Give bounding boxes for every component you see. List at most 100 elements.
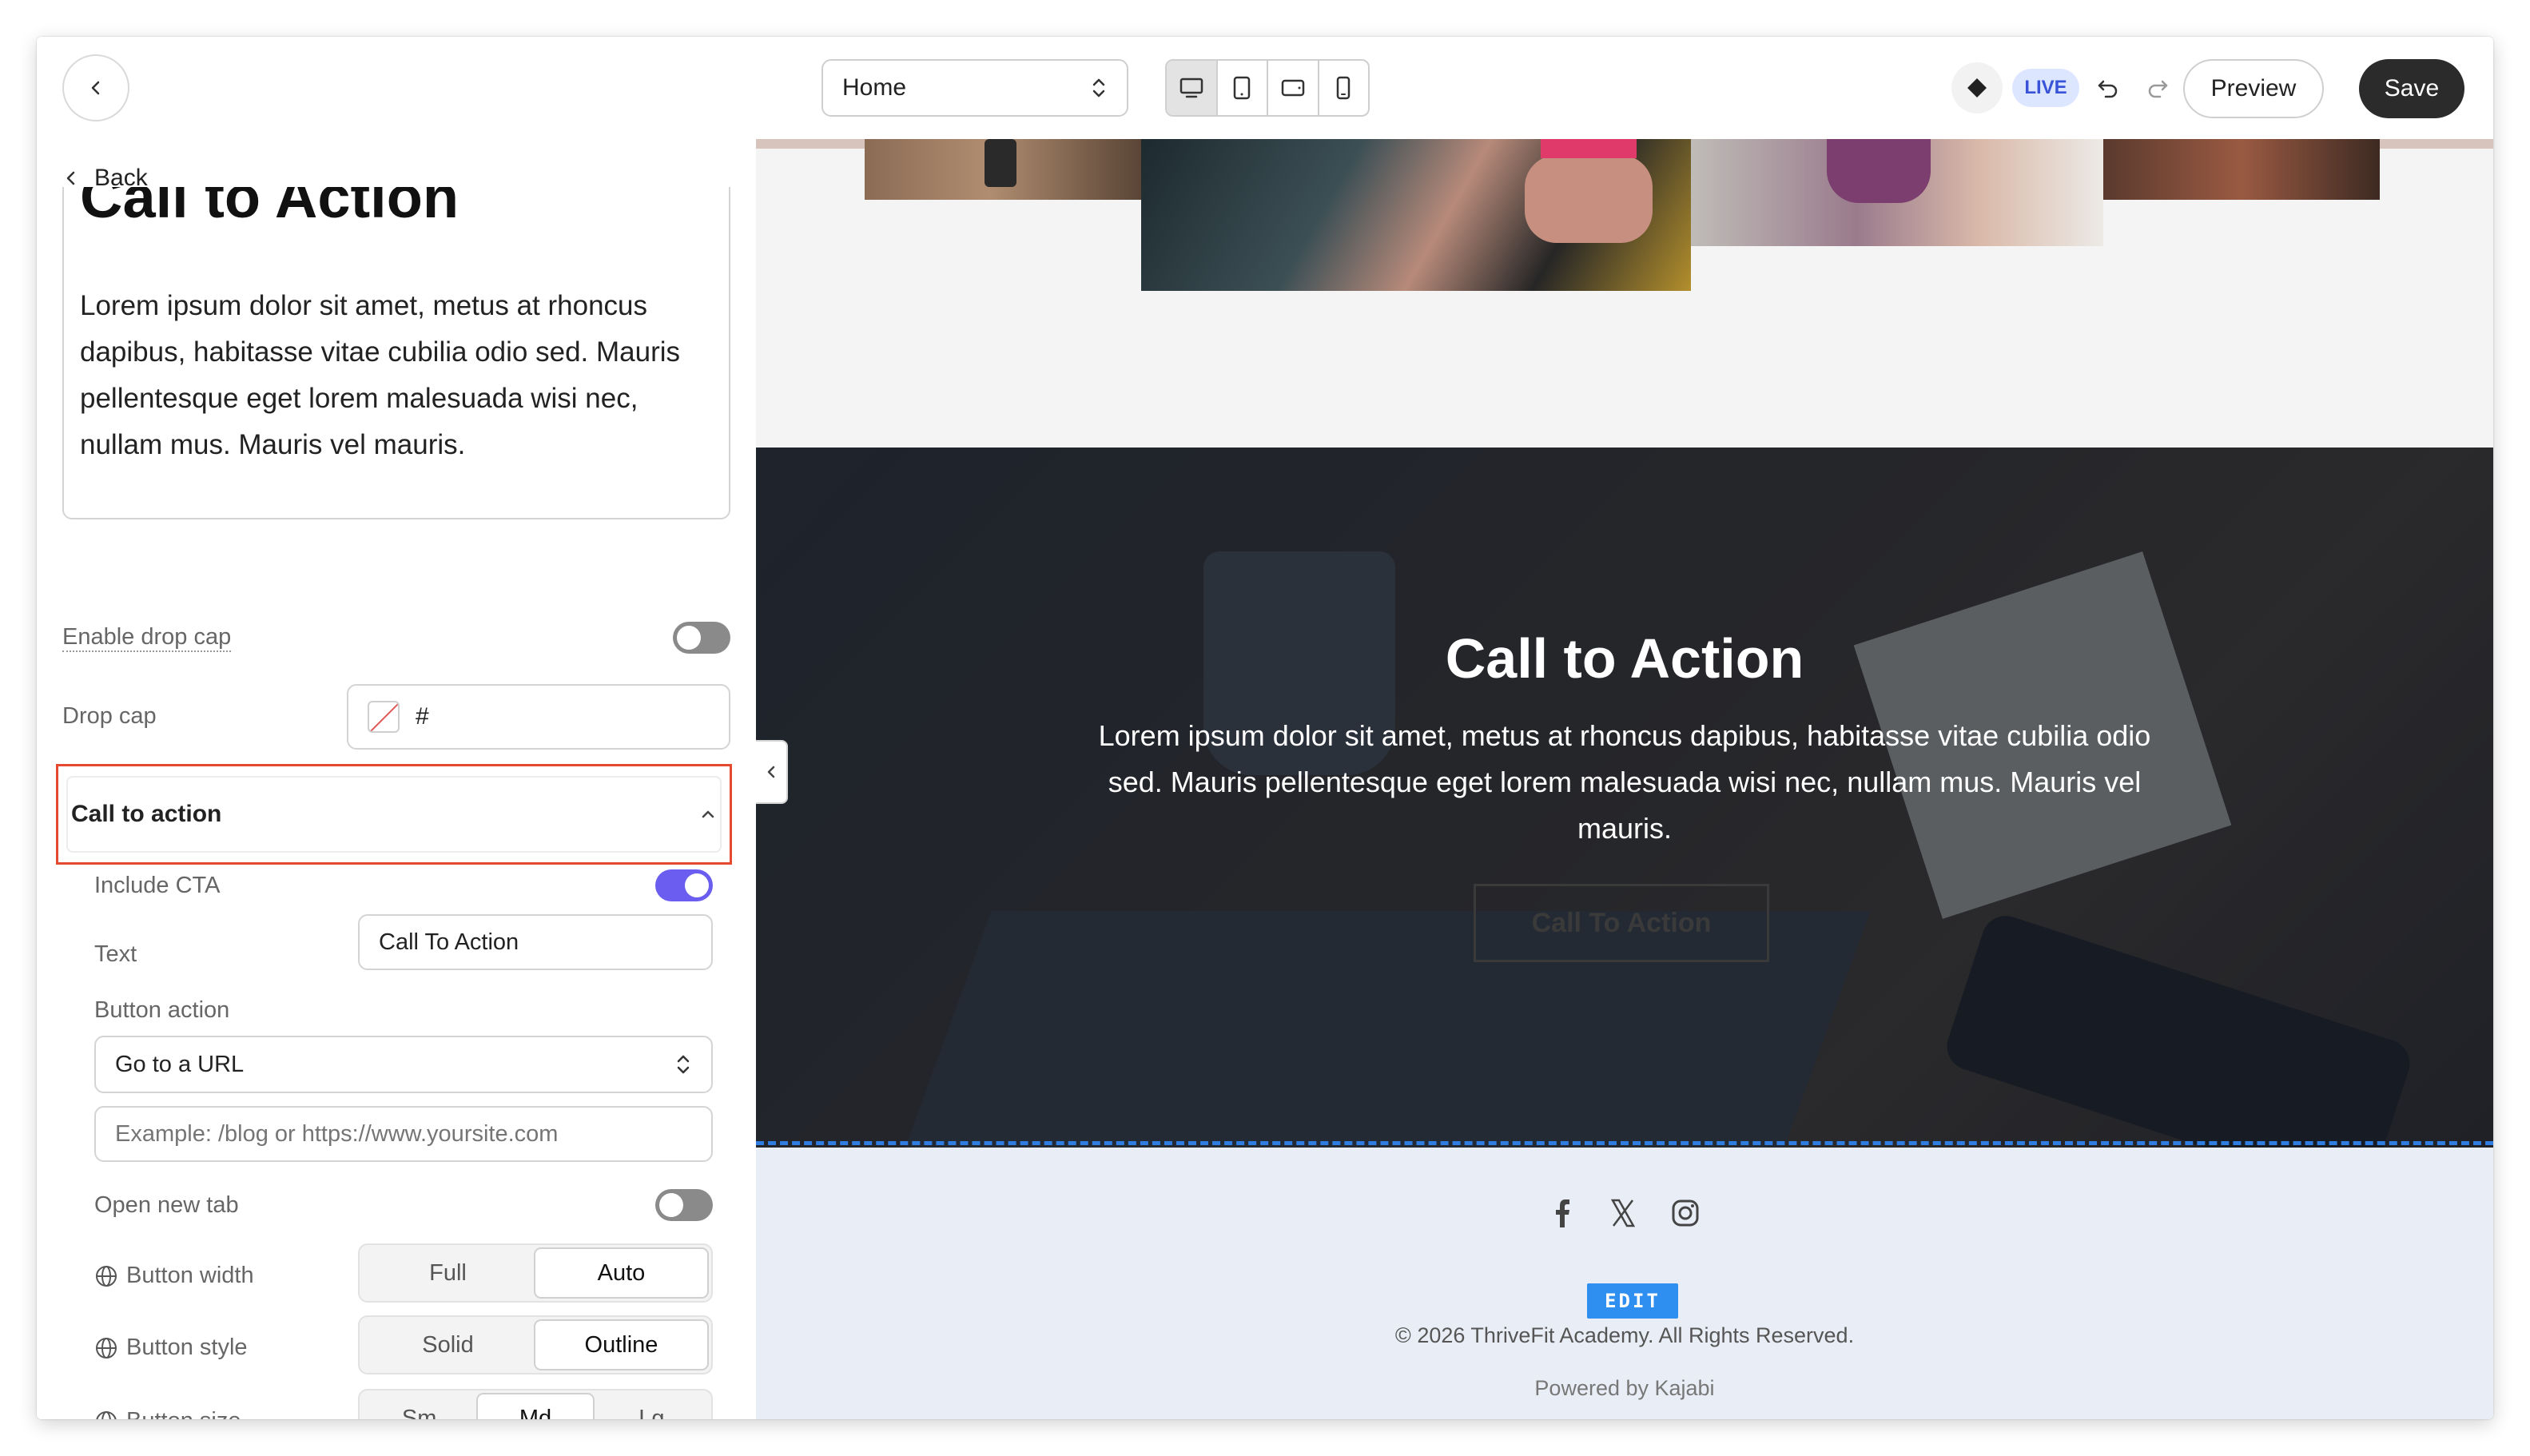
button-width-option-full[interactable]: Full: [362, 1247, 534, 1299]
gallery-photo: [1141, 139, 1691, 291]
undo-button[interactable]: [2092, 72, 2124, 104]
device-tablet-button[interactable]: [1218, 61, 1268, 115]
gallery-photo: [865, 139, 1141, 200]
collapse-sidebar-button[interactable]: [756, 740, 788, 804]
button-style-segmented: Solid Outline: [358, 1315, 713, 1374]
button-size-option-md[interactable]: Md: [476, 1393, 595, 1419]
photo-detail: [1827, 139, 1931, 203]
drop-cap-toggle[interactable]: [673, 622, 730, 654]
open-new-tab-toggle[interactable]: [655, 1189, 713, 1221]
button-action-label: Button action: [94, 997, 230, 1023]
toggle-knob: [659, 1193, 683, 1217]
cta-section-label: Call to action: [71, 801, 222, 827]
chevron-left-icon: [767, 766, 775, 778]
color-swatch-icon: [368, 701, 400, 733]
tablet-icon: [1234, 76, 1251, 100]
drop-cap-color-value: #: [416, 703, 429, 730]
button-size-option-lg[interactable]: Lg: [595, 1393, 709, 1420]
drop-cap-color-field[interactable]: #: [347, 684, 730, 750]
button-size-option-sm[interactable]: Sm: [362, 1393, 476, 1420]
page-select-value: Home: [842, 74, 907, 101]
button-style-option-outline[interactable]: Outline: [534, 1319, 709, 1370]
exit-editor-button[interactable]: [62, 54, 129, 121]
rte-heading: Call to Action: [80, 187, 459, 230]
footer-copyright: © 2026 ThriveFit Academy. All Rights Res…: [1394, 1323, 1855, 1347]
chevron-up-icon: [702, 810, 714, 818]
live-status-badge: LIVE: [2012, 69, 2079, 107]
button-width-segmented: Full Auto: [358, 1243, 713, 1303]
page-preview-canvas: Call to Action Lorem ipsum dolor sit ame…: [756, 139, 2493, 1419]
cta-text-input[interactable]: [358, 914, 713, 970]
button-width-option-auto[interactable]: Auto: [534, 1247, 709, 1299]
open-new-tab-label: Open new tab: [94, 1191, 239, 1218]
cta-text-label-row: Text: [94, 941, 137, 968]
top-toolbar: Home LIVE Preview Save: [37, 37, 2493, 139]
button-size-label-row: Button size: [94, 1408, 241, 1419]
device-desktop-button[interactable]: [1167, 61, 1218, 115]
photo-detail: [1541, 139, 1637, 158]
cta-section-header[interactable]: Call to action: [56, 764, 732, 865]
globe-icon: [96, 1410, 117, 1419]
undo-icon: [2098, 80, 2118, 98]
photo-detail: [1525, 155, 1653, 243]
drop-cap-label-row: Drop cap: [62, 703, 157, 730]
theme-settings-button[interactable]: [1951, 62, 2003, 113]
button-size-label-wrap: Button size: [94, 1408, 241, 1419]
settings-sidebar: Back Call to Action Lorem ipsum dolor si…: [37, 139, 756, 1419]
hero-body-text: Lorem ipsum dolor sit amet, metus at rho…: [1098, 719, 2151, 845]
device-tablet-landscape-button[interactable]: [1268, 61, 1319, 115]
chevron-up-down-icon: [1092, 78, 1105, 97]
device-switcher: [1165, 59, 1370, 117]
device-mobile-button[interactable]: [1319, 61, 1369, 115]
globe-icon: [96, 1337, 117, 1359]
page-select[interactable]: Home: [821, 59, 1128, 117]
theme-diamond-icon: [1967, 78, 1987, 97]
edit-badge[interactable]: EDIT: [1587, 1283, 1678, 1319]
chevron-left-icon: [66, 171, 75, 185]
gallery-photo: [1691, 139, 2103, 246]
drop-cap-toggle-row: Enable drop cap: [62, 622, 730, 654]
button-style-label-row: Button style: [94, 1335, 248, 1361]
rich-text-editor[interactable]: Call to Action Lorem ipsum dolor sit ame…: [62, 187, 730, 519]
button-size-segmented: Sm Md Lg: [358, 1389, 713, 1419]
button-width-label-wrap: Button width: [94, 1263, 254, 1289]
button-size-label: Button size: [126, 1408, 241, 1419]
x-icon[interactable]: [1609, 1197, 1637, 1229]
globe-icon: [96, 1265, 117, 1287]
button-width-label: Button width: [126, 1263, 254, 1288]
button-style-label-wrap: Button style: [94, 1335, 248, 1361]
footer-section[interactable]: © 2026 ThriveFit Academy. All Rights Res…: [756, 1148, 2493, 1419]
gallery-photo: [2103, 139, 2380, 200]
button-action-label-row: Button action: [94, 997, 229, 1024]
instagram-icon[interactable]: [1669, 1197, 1701, 1229]
drop-cap-label: Drop cap: [62, 703, 157, 729]
include-cta-row: Include CTA: [94, 869, 713, 901]
facebook-icon[interactable]: [1548, 1197, 1577, 1229]
include-cta-toggle[interactable]: [655, 869, 713, 901]
button-action-value: Go to a URL: [115, 1051, 245, 1077]
hero-cta-button[interactable]: Call To Action: [1474, 884, 1769, 962]
powered-by-link[interactable]: Powered by Kajabi: [756, 1376, 2493, 1401]
editor-window: Home LIVE Preview Save Back Call to Acti…: [37, 37, 2493, 1419]
save-button[interactable]: Save: [2359, 59, 2464, 118]
button-style-label: Button style: [126, 1335, 248, 1360]
url-input[interactable]: [94, 1106, 713, 1162]
tablet-landscape-icon: [1281, 79, 1304, 97]
photo-detail: [985, 139, 1016, 187]
redo-icon: [2148, 80, 2168, 98]
chevron-left-icon: [91, 81, 100, 95]
cta-hero-section[interactable]: Call to Action Lorem ipsum dolor sit ame…: [756, 448, 2493, 1148]
chevron-up-down-icon: [677, 1055, 690, 1074]
social-links: [756, 1197, 2493, 1229]
cta-text-label: Text: [94, 941, 137, 967]
button-width-label-row: Button width: [94, 1263, 254, 1289]
toggle-knob: [677, 626, 701, 650]
hero-title: Call to Action: [1445, 627, 1804, 690]
rte-body-text: Lorem ipsum dolor sit amet, metus at rho…: [80, 290, 680, 460]
button-action-select[interactable]: Go to a URL: [94, 1036, 713, 1093]
button-style-option-solid[interactable]: Solid: [362, 1319, 534, 1370]
include-cta-label: Include CTA: [94, 872, 221, 898]
redo-button[interactable]: [2142, 72, 2174, 104]
preview-button[interactable]: Preview: [2183, 59, 2324, 118]
desktop-icon: [1179, 78, 1203, 98]
